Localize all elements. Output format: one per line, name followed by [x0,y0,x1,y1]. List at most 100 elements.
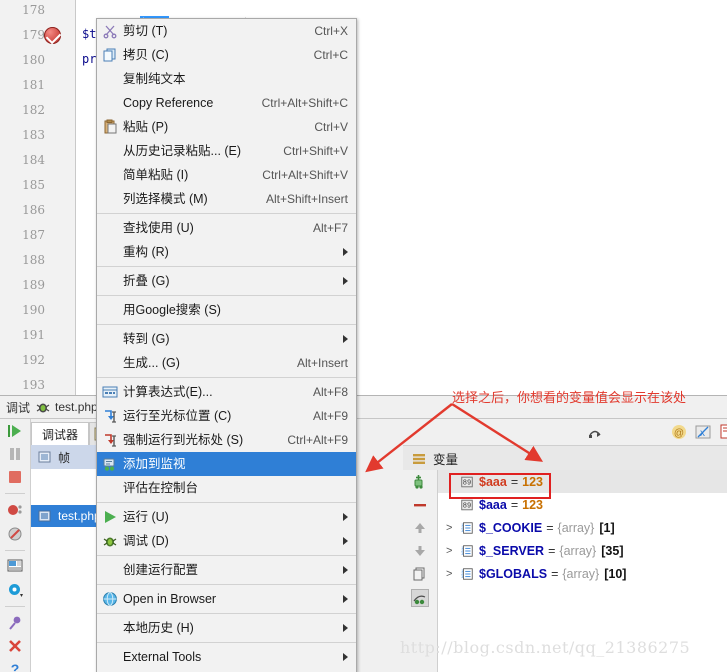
restore-layout-icon[interactable] [4,558,26,574]
variable-row[interactable]: 89 $aaa = 123 [438,493,727,516]
mark-object-icon[interactable]: @ [671,424,687,440]
menu-item-3[interactable]: Copy Reference Ctrl+Alt+Shift+C [97,91,356,115]
move-up-icon[interactable] [412,520,428,536]
step-over-icon[interactable] [587,424,603,440]
close-icon[interactable] [4,638,26,654]
settings-icon[interactable] [4,582,26,598]
menu-item-23[interactable]: 本地历史 (H) [97,616,356,640]
menu-item-21[interactable]: 创建运行配置 [97,558,356,582]
debug-tab-filename[interactable]: test.php [55,400,98,414]
editor-gutter[interactable]: 178 179 180 181 182 183 184 185 186 187 188 189 190 1… [0,0,76,395]
mute-breakpoints-icon[interactable] [4,525,26,541]
menu-item-1[interactable]: 拷贝 (C) Ctrl+C [97,43,356,67]
line-number: 190 [22,303,45,317]
resume-program-icon[interactable] [4,423,26,439]
pin-tab-icon[interactable] [4,615,26,631]
line-number: 178 [22,3,45,17]
menu-item-5[interactable]: 从历史记录粘贴... (E) Ctrl+Shift+V [97,139,356,163]
menu-item-7[interactable]: 列选择模式 (M) Alt+Shift+Insert [97,187,356,211]
menu-item-no-icon [97,327,123,351]
menu-item-14[interactable]: 计算表达式(E)... Alt+F8 [97,380,356,404]
variable-row[interactable]: >1 2 3 $_COOKIE = {array} [1] [438,516,727,539]
toolbar-divider [5,605,25,607]
menu-item-15[interactable]: 运行至光标位置 (C) Alt+F9 [97,404,356,428]
export-threads-icon[interactable] [719,424,727,440]
menu-item-label: Copy Reference [123,96,214,110]
menu-item-no-icon [97,645,123,669]
debug-actions-toolbar[interactable]: ? [0,419,31,672]
line-number: 182 [22,103,45,117]
menu-item-22[interactable]: Open in Browser [97,587,356,611]
variable-row[interactable]: 89 $aaa = 123 [438,470,727,493]
variable-row[interactable]: >1 2 3 $_SERVER = {array} [35] [438,539,727,562]
screenshot-root: 178 179 180 181 182 183 184 185 186 187 188 189 190 1… [0,0,727,672]
variable-equals: = [548,543,556,558]
editor-context-menu[interactable]: 剪切 (T) Ctrl+X 拷贝 (C) Ctrl+C 复制纯文本 Copy Refere… [96,18,357,672]
menu-separator [97,324,356,325]
line-number: 179 [22,28,45,42]
menu-item-17[interactable]: 添加到监视 [97,452,356,476]
expand-arrow-icon[interactable]: > [446,522,460,534]
menu-item-6[interactable]: 简单粘贴 (I) Ctrl+Alt+Shift+V [97,163,356,187]
line-number: 188 [22,253,45,267]
menu-item-label: 折叠 (G) [123,274,170,288]
menu-item-8[interactable]: 查找使用 (U) Alt+F7 [97,216,356,240]
menu-item-2[interactable]: 复制纯文本 [97,67,356,91]
variable-value: 123 [522,497,543,512]
breakpoint-marker[interactable] [44,27,61,44]
menu-item-18[interactable]: 评估在控制台 [97,476,356,500]
svg-text:3: 3 [461,575,463,579]
menu-item-no-icon [97,216,123,240]
frame-item-label: test.php [58,509,101,523]
menu-item-4[interactable]: 粘贴 (P) Ctrl+V [97,115,356,139]
menu-item-19[interactable]: 运行 (U) [97,505,356,529]
menu-item-9[interactable]: 重构 (R) [97,240,356,264]
menu-item-no-icon [97,240,123,264]
copy-icon [97,43,123,67]
debugger-top-toolbar[interactable]: @ x [348,419,727,445]
stop-icon[interactable] [4,469,26,485]
menu-item-13[interactable]: 生成... (G) Alt+Insert [97,351,356,375]
variables-icon [411,451,427,467]
menu-item-label: 剪切 (T) [123,24,168,38]
variable-row[interactable]: >1 2 3 $GLOBALS = {array} [10] [438,562,727,585]
frame-icon [37,508,53,524]
expand-arrow-icon[interactable]: > [446,545,460,557]
menu-item-20[interactable]: 调试 (D) [97,529,356,553]
menu-item-accelerator: Ctrl+X [314,24,348,38]
menu-item-label: 简单粘贴 (I) [123,168,189,182]
menu-item-16[interactable]: 强制运行到光标处 (S) Ctrl+Alt+F9 [97,428,356,452]
menu-item-24[interactable]: External Tools [97,645,356,669]
menu-item-label: 评估在控制台 [123,481,199,495]
copy-value-icon[interactable] [412,566,428,582]
new-watch-icon[interactable] [412,474,428,490]
svg-text:?: ? [11,661,20,672]
menu-item-no-icon [97,616,123,640]
line-number: 189 [22,278,45,292]
menu-item-accelerator: Alt+Insert [296,356,348,370]
menu-item-12[interactable]: 转到 (G) [97,327,356,351]
menu-item-label: 拷贝 (C) [123,48,169,62]
expand-arrow-icon[interactable]: > [446,568,460,580]
pause-program-icon[interactable] [4,446,26,462]
menu-item-label: 转到 (G) [123,332,170,346]
variable-name: $aaa [479,497,507,512]
move-down-icon[interactable] [412,543,428,559]
evaluate-expression-icon[interactable]: x [695,424,711,440]
remove-watch-icon[interactable] [412,497,428,513]
menu-item-11[interactable]: 用Google搜索 (S) [97,298,356,322]
menu-item-accelerator: Ctrl+V [314,120,348,134]
menu-item-label: 强制运行到光标处 (S) [123,433,244,447]
submenu-arrow-icon [343,248,348,256]
tab-debugger[interactable]: 调试器 [31,422,90,445]
menu-item-0[interactable]: 剪切 (T) Ctrl+X [97,19,356,43]
help-icon[interactable]: ? [4,661,26,672]
inspect-icon[interactable] [411,589,429,607]
svg-text:89: 89 [463,479,471,487]
menu-item-10[interactable]: 折叠 (G) [97,269,356,293]
view-breakpoints-icon[interactable] [4,502,26,518]
debug-tab-label[interactable]: 调试 [6,399,30,416]
submenu-arrow-icon [343,537,348,545]
menu-item-label: 运行 (U) [123,510,169,524]
line-number: 183 [22,128,45,142]
